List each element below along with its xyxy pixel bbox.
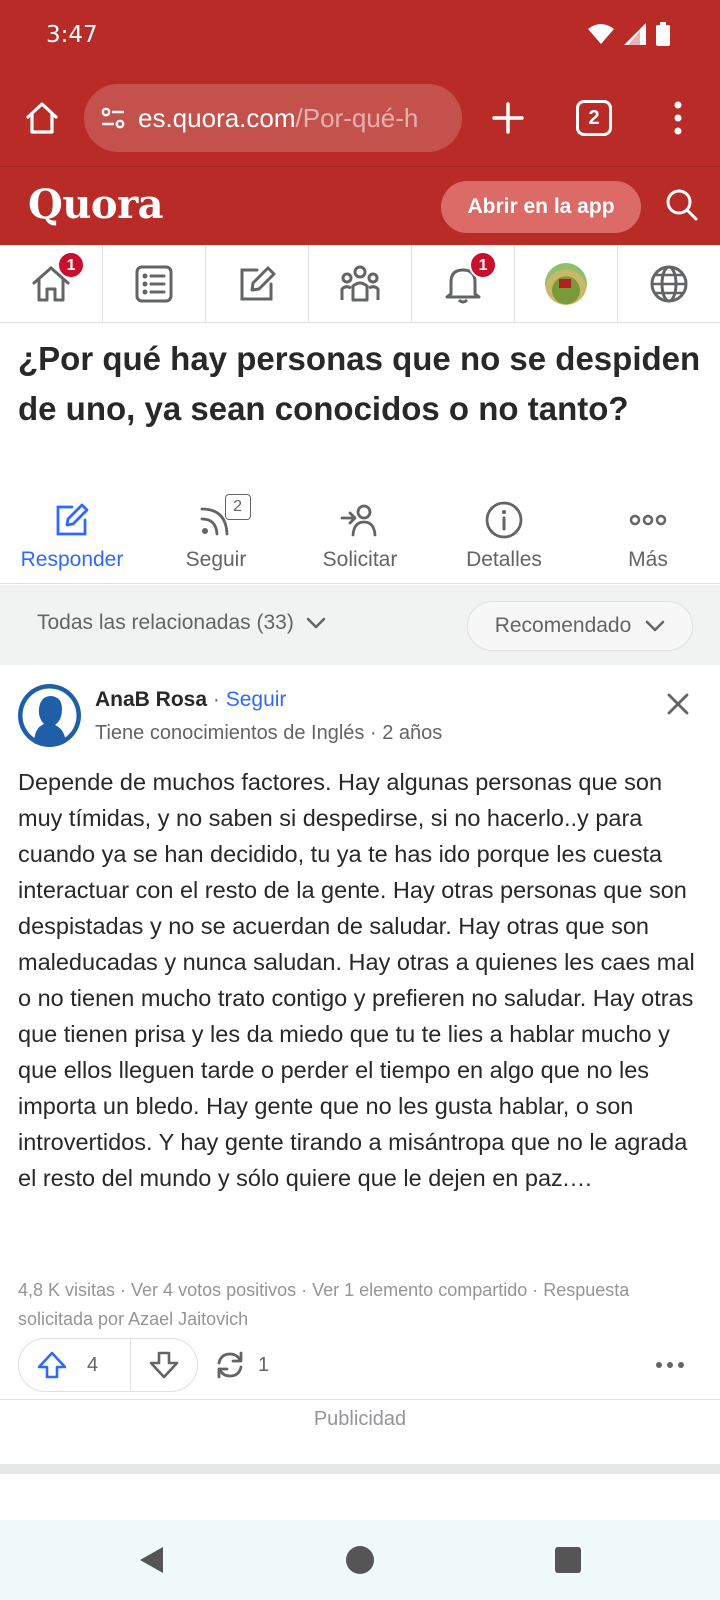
downvote-button[interactable] <box>131 1339 197 1391</box>
chevron-down-icon <box>306 617 326 629</box>
globe-icon <box>650 265 688 302</box>
avatar <box>545 262 587 305</box>
section-divider <box>0 1464 720 1474</box>
share-button[interactable]: 1 <box>214 1338 269 1392</box>
overflow-menu-icon[interactable] <box>660 96 696 140</box>
quora-header: Quora Abrir en la app <box>0 166 720 245</box>
question-title: ¿Por qué hay personas que no se despiden… <box>18 340 701 427</box>
back-icon[interactable] <box>136 1544 168 1576</box>
nav-write[interactable] <box>206 245 309 322</box>
share-refresh-icon <box>217 1351 243 1379</box>
vote-row: 4 1 <box>18 1338 708 1392</box>
quora-nav-bar: 1 1 <box>0 245 720 323</box>
info-icon <box>485 501 523 539</box>
tab-switcher-button[interactable]: 2 <box>576 100 612 136</box>
nav-following[interactable] <box>103 245 206 322</box>
upvote-arrow-icon <box>37 1351 67 1379</box>
nav-language[interactable] <box>618 245 720 322</box>
following-list-icon <box>135 265 173 302</box>
status-icons <box>588 22 670 46</box>
share-count: 1 <box>258 1353 270 1376</box>
signal-icon <box>624 23 646 45</box>
home-circle-icon[interactable] <box>344 1544 376 1576</box>
answers-filter-bar: Todas las relacionadas (33) Recomendado <box>0 585 720 665</box>
request-button[interactable]: Solicitar <box>288 492 432 583</box>
url-bar[interactable]: es.quora.com/Por-qué-h <box>84 84 462 152</box>
notifications-badge: 1 <box>469 251 498 279</box>
more-label: Más <box>628 548 668 571</box>
answer-button[interactable]: Responder <box>0 492 144 583</box>
answer-card: AnaB Rosa · Seguir Tiene conocimientos d… <box>0 666 720 1496</box>
quora-logo[interactable]: Quora <box>28 181 164 228</box>
nav-notifications[interactable]: 1 <box>412 245 515 322</box>
chevron-down-icon <box>646 620 665 632</box>
status-time: 3:47 <box>46 22 98 48</box>
request-label: Solicitar <box>322 548 398 571</box>
author-line: AnaB Rosa · Seguir <box>95 688 286 712</box>
status-bar: 3:47 <box>0 0 720 70</box>
answer-body[interactable]: Depende de muchos factores. Hay algunas … <box>18 764 708 1196</box>
author-silhouette-icon <box>22 688 77 744</box>
upvote-count: 4 <box>87 1353 99 1376</box>
edit-icon <box>240 266 276 300</box>
follow-question-button[interactable]: 2 Seguir <box>144 492 288 583</box>
url-host: es.quora.com <box>138 102 296 133</box>
author-credential: Tiene conocimientos de Inglés · 2 años <box>95 722 443 744</box>
edit-icon <box>56 503 89 536</box>
site-settings-icon[interactable] <box>98 103 128 133</box>
answer-label: Responder <box>20 548 124 571</box>
battery-icon <box>656 22 670 46</box>
nav-home[interactable]: 1 <box>0 245 103 322</box>
sort-label: Recomendado <box>494 614 632 637</box>
new-tab-icon[interactable] <box>488 98 528 138</box>
more-options-icon[interactable] <box>654 1352 686 1378</box>
downvote-arrow-icon <box>149 1351 179 1379</box>
divider <box>0 1399 720 1400</box>
more-horizontal-icon <box>629 514 667 526</box>
question-actions: Responder 2 Seguir Solicitar Detalles Má… <box>0 492 720 584</box>
url-text[interactable]: es.quora.com/Por-qué-h <box>138 103 418 134</box>
ad-label: Publicidad <box>313 1408 407 1430</box>
nav-spaces[interactable] <box>309 245 412 322</box>
separator: · <box>207 688 226 711</box>
answer-meta: 4,8 K visitas · Ver 4 votos positivos · … <box>18 1280 630 1329</box>
search-icon[interactable] <box>664 187 700 223</box>
spaces-icon <box>340 265 380 301</box>
related-filter-label: Todas las relacionadas (33) <box>37 611 294 634</box>
author-name[interactable]: AnaB Rosa <box>95 688 207 711</box>
close-icon[interactable] <box>664 690 692 718</box>
request-user-icon <box>340 504 377 537</box>
follow-author-link[interactable]: Seguir <box>226 688 287 711</box>
sort-dropdown[interactable]: Recomendado <box>467 601 693 651</box>
follow-label: Seguir <box>185 548 247 571</box>
browser-toolbar: es.quora.com/Por-qué-h 2 <box>0 70 720 166</box>
home-icon[interactable] <box>22 98 62 138</box>
upvote-button[interactable]: 4 <box>19 1339 131 1391</box>
more-button[interactable]: Más <box>576 492 720 583</box>
details-button[interactable]: Detalles <box>432 492 576 583</box>
author-avatar[interactable] <box>18 684 81 747</box>
recents-icon[interactable] <box>552 1544 584 1576</box>
open-in-app-button[interactable]: Abrir en la app <box>441 181 641 233</box>
url-path: /Por-qué-h <box>295 102 419 133</box>
vote-pill: 4 <box>18 1338 198 1392</box>
nav-profile[interactable] <box>515 245 618 322</box>
follow-count-badge: 2 <box>224 494 251 520</box>
related-filter-dropdown[interactable]: Todas las relacionadas (33) <box>37 611 326 635</box>
system-navigation-bar <box>0 1520 720 1600</box>
home-badge: 1 <box>57 251 86 279</box>
details-label: Detalles <box>466 548 542 571</box>
wifi-icon <box>588 24 614 44</box>
